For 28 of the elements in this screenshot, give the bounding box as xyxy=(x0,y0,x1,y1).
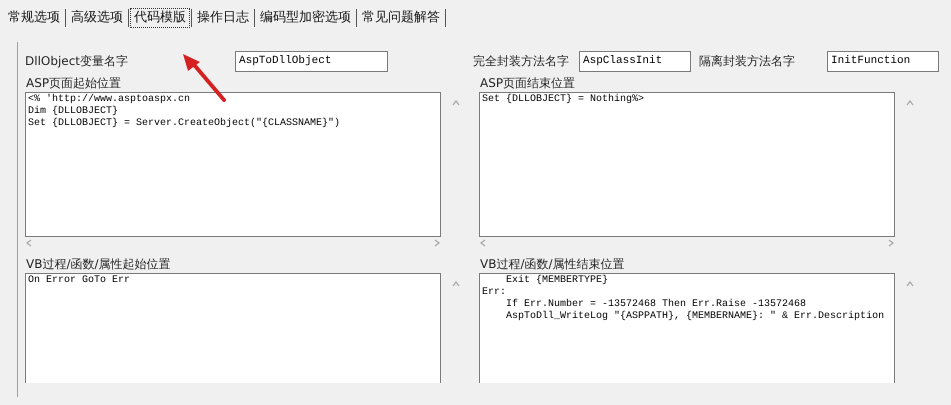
text-field[interactable]: AspClassInit xyxy=(579,50,691,72)
editor-label: ASP页面结束位置 xyxy=(480,76,576,90)
editor-label: ASP页面起始位置 xyxy=(26,76,122,90)
tab[interactable]: 常见问题解答 xyxy=(358,8,444,28)
tab[interactable]: 操作日志 xyxy=(193,8,253,28)
field-label: DllObject变量名字 xyxy=(25,53,129,70)
scroll-up-icon[interactable] xyxy=(452,280,460,288)
scroll-right-icon[interactable] xyxy=(887,239,895,247)
editor-label: VB过程/函数/属性起始位置 xyxy=(26,257,172,271)
scroll-left-icon[interactable] xyxy=(25,239,33,247)
text-field[interactable]: InitFunction xyxy=(827,50,939,72)
scroll-left-icon[interactable] xyxy=(479,239,487,247)
scroll-right-icon[interactable] xyxy=(433,239,441,247)
scroll-up-icon[interactable] xyxy=(906,280,914,288)
text-field[interactable]: AspToDllObject xyxy=(235,50,388,72)
field-label: 完全封装方法名字 xyxy=(473,53,570,70)
field-label: 隔离封装方法名字 xyxy=(699,53,796,70)
code-editor[interactable]: <% 'http://www.asptoaspx.cn Dim {DLLOBJECT} Set {DLLOBJECT} = Server.CreateObject("{CLASSNAME}") xyxy=(25,92,441,237)
tab[interactable]: 代码模版 xyxy=(130,8,190,28)
tab[interactable]: 编码型加密选项 xyxy=(256,8,355,28)
code-editor[interactable]: Set {DLLOBJECT} = Nothing%> xyxy=(479,92,895,237)
scroll-up-icon[interactable] xyxy=(452,99,460,107)
tab[interactable]: 常规选项 xyxy=(4,8,64,28)
scroll-up-icon[interactable] xyxy=(906,99,914,107)
tab[interactable]: 高级选项 xyxy=(67,8,127,28)
code-editor[interactable]: On Error GoTo Err xyxy=(25,273,441,383)
code-editor[interactable]: Exit {MEMBERTYPE} Err: If Err.Number = -13572468 Then Err.Raise -13572468 AspToDll_WriteLog "{ASPPATH}, {MEMBERNAME}: " & Err.Description xyxy=(479,273,895,383)
editor-label: VB过程/函数/属性结束位置 xyxy=(480,257,626,271)
